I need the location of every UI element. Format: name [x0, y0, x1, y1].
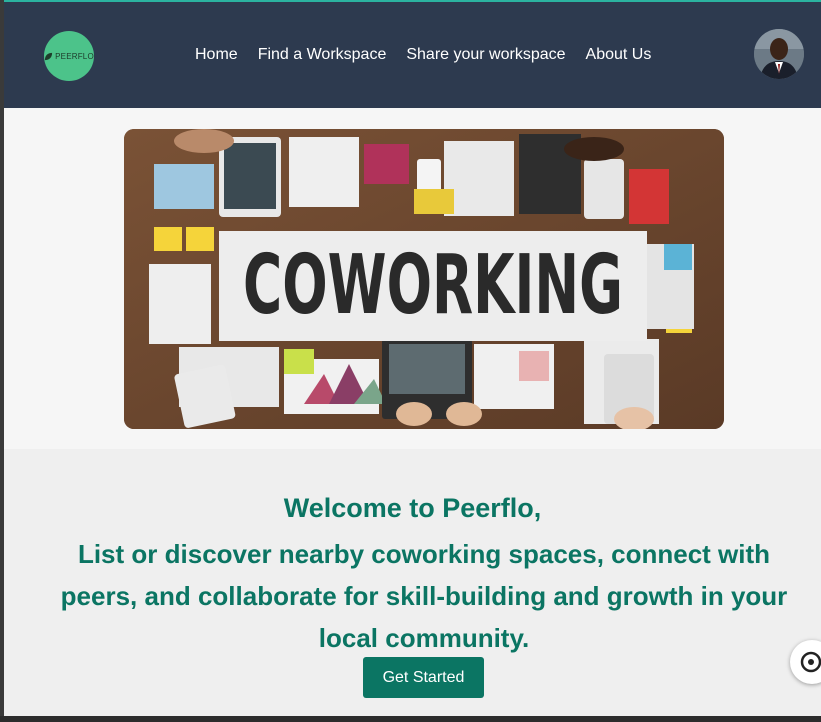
welcome-title: Welcome to Peerflo, [283, 493, 542, 523]
accessibility-icon [800, 651, 821, 673]
leaf-icon [45, 52, 53, 60]
navbar: PEERFLO Home Find a Workspace Share your… [4, 2, 821, 108]
main-nav: Home Find a Workspace Share your workspa… [195, 46, 651, 64]
nav-share-workspace[interactable]: Share your workspace [406, 46, 565, 64]
hero-image: COWORKING [124, 129, 724, 429]
get-started-button[interactable]: Get Started [363, 657, 484, 698]
banner-text: COWORKING [243, 238, 623, 333]
nav-find-workspace[interactable]: Find a Workspace [258, 46, 387, 64]
logo[interactable]: PEERFLO [44, 31, 94, 81]
nav-home[interactable]: Home [195, 46, 238, 64]
nav-about-us[interactable]: About Us [586, 46, 652, 64]
hero-section: COWORKING [4, 108, 821, 449]
user-avatar[interactable] [754, 29, 804, 79]
app-window: PEERFLO Home Find a Workspace Share your… [4, 0, 821, 716]
coworking-illustration: COWORKING [124, 129, 724, 429]
welcome-section: Welcome to Peerflo, List or discover nea… [4, 449, 821, 716]
avatar-photo [754, 29, 804, 79]
taskbar-strip [0, 716, 821, 722]
welcome-description: List or discover nearby coworking spaces… [60, 539, 788, 653]
logo-text: PEERFLO [55, 51, 94, 61]
